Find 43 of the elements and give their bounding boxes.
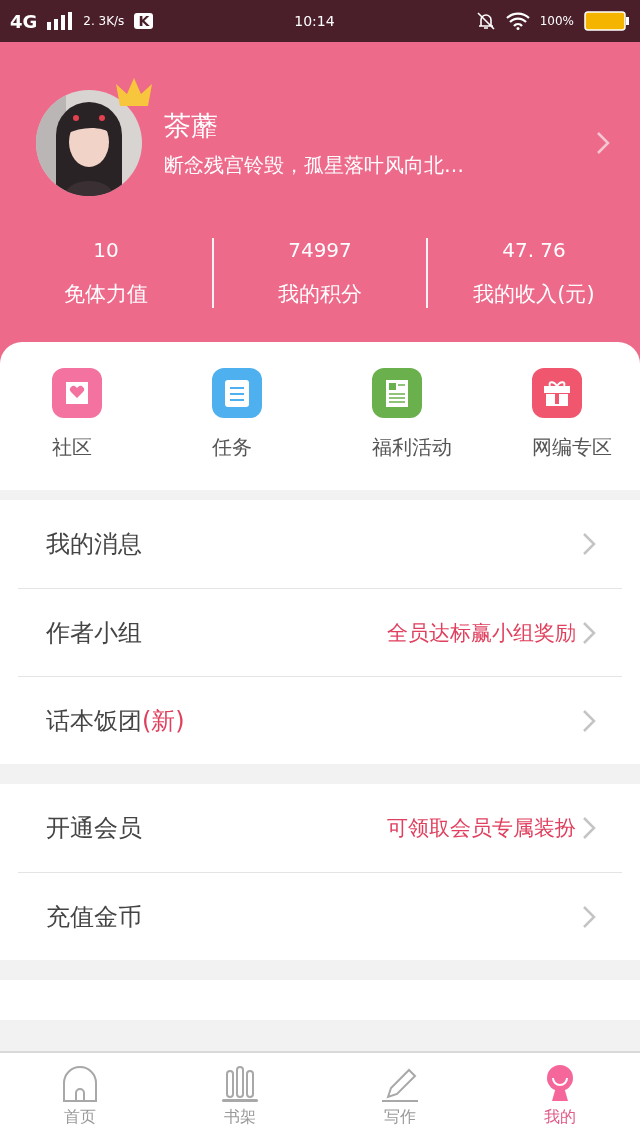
shortcut-label[interactable]: 社区 (52, 434, 142, 460)
clock: 10:14 (294, 13, 335, 29)
menu-note: 可领取会员专属装扮 (387, 815, 576, 842)
battery-icon (584, 11, 630, 31)
menu-item[interactable]: 充值金币 (46, 900, 582, 933)
shortcut-label[interactable]: 福利活动 (372, 434, 462, 460)
pencil-icon (381, 1068, 419, 1102)
menu-item[interactable]: 作者小组 (46, 616, 387, 649)
chevron-icon (582, 532, 596, 556)
stat-value: 74997 (288, 238, 352, 262)
stat-label: 免体力值 (64, 281, 148, 308)
stat-label: 我的积分 (278, 281, 362, 308)
task-icon[interactable] (212, 368, 262, 418)
user-name: 茶蘼 (164, 108, 219, 143)
chevron-icon (582, 620, 596, 645)
chevron-icon (596, 131, 610, 155)
network-type: 4G (10, 10, 38, 32)
gift-icon[interactable] (532, 368, 582, 418)
stat-value: 10 (93, 238, 119, 262)
menu-item[interactable]: 我的消息 (46, 528, 582, 560)
welfare-icon[interactable] (372, 368, 422, 418)
network-speed: 2. 3K/s (83, 14, 125, 28)
chevron-icon (582, 708, 596, 733)
stat-label: 我的收入(元) (473, 281, 595, 308)
community-icon[interactable] (52, 368, 102, 418)
user-motto: 断念残宫铃毁，孤星落叶风向北… (164, 151, 465, 179)
bell-muted-icon (475, 11, 496, 31)
tab[interactable]: 我的 (480, 1053, 640, 1138)
menu-note: 全员达标赢小组奖励 (387, 619, 576, 647)
chevron-icon (582, 904, 596, 929)
menu-item[interactable]: 开通会员 (46, 812, 387, 844)
bars-icon (222, 1066, 258, 1102)
shortcut-label[interactable]: 网编专区 (532, 434, 622, 460)
battery-percent: 100% (539, 14, 574, 28)
signal-icon (47, 12, 74, 30)
person-icon (547, 1065, 573, 1101)
arch-icon (63, 1066, 97, 1102)
app-badge: K (134, 13, 154, 29)
stat-value: 47. 76 (502, 238, 566, 262)
shortcut-label[interactable]: 任务 (212, 434, 302, 460)
menu-item[interactable]: 话本饭团(新) (46, 704, 582, 737)
chevron-icon (582, 816, 596, 840)
wifi-icon (505, 12, 530, 30)
